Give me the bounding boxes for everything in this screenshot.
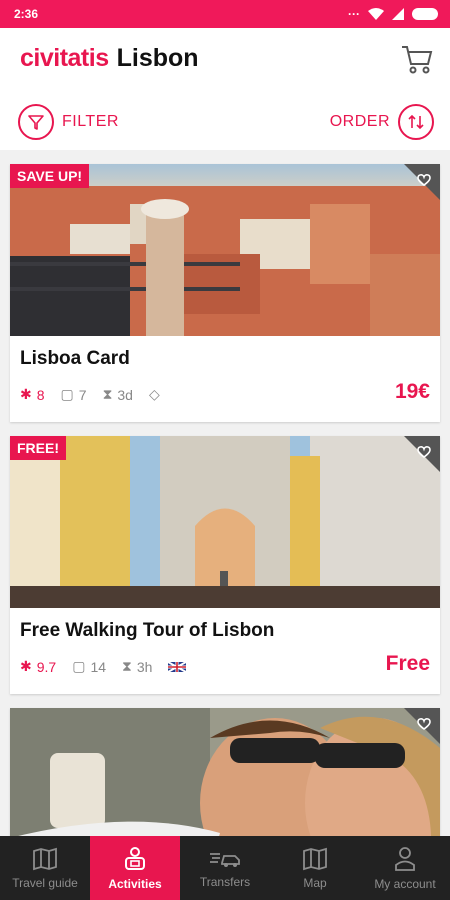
duration: ⧗ 3h [122,658,152,675]
activity-title: Lisboa Card [20,348,130,369]
tab-label: Transfers [199,874,251,889]
battery-icon [412,8,438,20]
tab-travel-guide[interactable]: Travel guide [0,836,90,900]
hourglass-icon: ⧗ [122,658,132,674]
duration-value: 3h [136,658,153,675]
tab-transfers[interactable]: Transfers [180,836,270,900]
filter-order-row: FILTER ORDER [0,104,450,144]
funnel-icon [28,115,44,130]
order-button[interactable]: ORDER [330,104,434,140]
tab-label: Activities [108,876,162,891]
activity-image: SAVE UP! [10,164,440,336]
activity-meta: ✱ 8 ▢ 7 ⧗ 3d ◇ [20,386,160,403]
rating: ✱ 8 [20,386,45,403]
duration-value: 3d [117,386,133,403]
heart-icon[interactable] [404,708,440,744]
tab-label: Travel guide [12,875,78,890]
heart-icon[interactable] [404,164,440,200]
rating-star-icon: ✱ [20,658,32,674]
activity-price: Free [385,652,430,675]
order-label: ORDER [329,113,390,130]
filter-label: FILTER [62,113,119,130]
activity-card[interactable]: FREE! Free Walking Tour of Lisbon ✱ 9.7 ▢… [10,436,440,694]
card-body: Free Walking Tour of Lisbon ✱ 9.7 ▢ 14 ⧗ 3h… [10,608,440,694]
comments: ▢ 7 [61,386,87,403]
map-icon [303,847,327,870]
activity-title: Free Walking Tour of Lisbon [20,620,275,641]
brand-logo: civitatis [20,44,109,72]
activities-icon [125,846,145,870]
duration: ⧗ 3d [103,386,133,403]
uk-flag-icon [168,661,187,672]
tab-activities[interactable]: Activities [90,836,180,900]
tab-label: My account [374,876,436,891]
promo-badge: SAVE UP! [10,164,90,188]
activity-image: FREE! [10,436,440,608]
city-name: Lisbon [116,44,199,72]
wifi-icon [368,8,384,20]
bottom-tab-bar: Travel guide Activities Transfers Map My… [0,836,450,900]
activity-list: SAVE UP! Lisboa Card ✱8 ▢7 ⧗3d ◇ 19€ [10,164,440,882]
comment-icon: ▢ [60,386,74,402]
brand-title: civitatis Lisbon [20,44,199,73]
map-book-icon [33,847,57,870]
rating: ✱ 9.7 [20,658,56,675]
tab-map[interactable]: Map [270,836,360,900]
status-icons: ··· [348,7,438,21]
comment-icon: ▢ [72,658,86,674]
comments-count: 14 [90,658,107,675]
app-header: civitatis Lisbon FILTER ORDER [0,28,450,150]
ticket-icon: ◇ [148,386,160,402]
tab-label: Map [303,875,327,890]
signal-icon [392,8,404,20]
rating-star-icon: ✱ [20,386,32,402]
rating-value: 8 [36,386,45,403]
sort-arrows-icon [408,114,424,130]
hourglass-icon: ⧗ [102,386,113,402]
comments-count: 7 [78,386,87,403]
status-bar: 2:36 ··· [0,0,450,28]
order-icon-circle [398,104,434,140]
account-icon [395,846,415,871]
tab-my-account[interactable]: My account [360,836,450,900]
transfer-car-icon [210,852,240,867]
more-dots-icon: ··· [348,7,360,21]
activity-meta: ✱ 9.7 ▢ 14 ⧗ 3h [20,658,187,675]
activity-card[interactable]: SAVE UP! Lisboa Card ✱ 8 ▢ 7 ⧗ 3d ◇ 19€ [10,164,440,422]
activity-price: 19€ [394,380,430,403]
comments: ▢ 14 [72,658,106,675]
cart-icon[interactable] [400,42,434,76]
rating-value: 9.7 [36,658,57,675]
card-body: Lisboa Card ✱ 8 ▢ 7 ⧗ 3d ◇ 19€ [10,336,440,422]
heart-icon[interactable] [404,436,440,472]
status-time: 2:36 [14,7,39,21]
filter-icon-circle [18,104,54,140]
filter-button[interactable]: FILTER [18,104,119,140]
promo-badge: FREE! [10,436,66,460]
